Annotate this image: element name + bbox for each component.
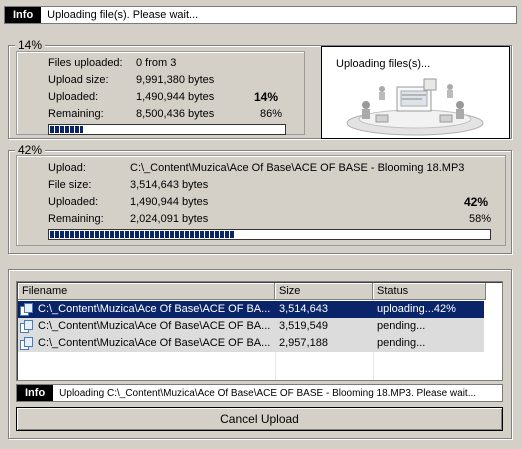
upload-size-label: Upload size:	[48, 74, 109, 86]
current-remaining-percent: 58%	[469, 213, 492, 225]
file-row-name-cell: C:\_Content\Muzica\Ace Of Base\ACE OF BA…	[18, 318, 275, 335]
current-upload-label: Upload:	[48, 162, 86, 174]
overall-remaining-value: 8,500,436 bytes	[136, 108, 215, 120]
current-uploaded-value: 1,490,944 bytes	[130, 196, 209, 208]
overall-uploaded-percent: 14%	[254, 90, 279, 104]
top-info-bar: Info Uploading file(s). Please wait...	[4, 6, 517, 24]
file-row-size: 3,519,549	[275, 318, 373, 335]
current-uploaded-percent: 42%	[464, 195, 489, 209]
overall-progress-fill	[50, 126, 83, 133]
current-file-group: 42% Upload: C:\_Content\Muzica\Ace Of Ba…	[8, 143, 512, 254]
files-uploaded-label: Files uploaded:	[48, 57, 123, 69]
file-row-name-cell: C:\_Content\Muzica\Ace Of Base\ACE OF BA…	[18, 301, 275, 318]
file-row-status: pending...	[373, 318, 484, 335]
info-tag: Info	[17, 385, 54, 401]
file-row-status: pending...	[373, 335, 484, 352]
overall-progress-bar	[48, 124, 286, 135]
info-text: Uploading file(s). Please wait...	[47, 9, 199, 21]
files-uploaded-value: 0 from 3	[136, 57, 177, 69]
current-stats-panel: Upload: C:\_Content\Muzica\Ace Of Base\A…	[16, 155, 506, 246]
upload-illustration-panel: Uploading files(s)...	[321, 46, 510, 139]
file-row-name-cell: C:\_Content\Muzica\Ace Of Base\ACE OF BA…	[18, 335, 275, 352]
overall-remaining-percent: 86%	[260, 108, 283, 120]
file-row-filename: C:\_Content\Muzica\Ace Of Base\ACE OF BA…	[38, 303, 271, 315]
upload-file-icon	[20, 337, 33, 350]
file-row-filename: C:\_Content\Muzica\Ace Of Base\ACE OF BA…	[38, 320, 271, 332]
current-progress-bar	[48, 229, 491, 240]
column-size[interactable]: Size	[275, 283, 373, 300]
file-row-size: 3,514,643	[275, 301, 373, 318]
current-progress-fill	[50, 231, 235, 238]
current-remaining-value: 2,024,091 bytes	[130, 213, 209, 225]
column-filename[interactable]: Filename	[18, 283, 275, 300]
file-size-label: File size:	[48, 179, 92, 191]
info-text: Uploading C:\_Content\Muzica\Ace Of Base…	[59, 387, 477, 399]
file-size-value: 3,514,643 bytes	[130, 179, 209, 191]
file-row-status: uploading...42%	[373, 301, 484, 318]
current-remaining-label: Remaining:	[48, 213, 104, 225]
current-upload-path: C:\_Content\Muzica\Ace Of Base\ACE OF BA…	[130, 162, 465, 174]
upload-size-value: 9,991,380 bytes	[136, 74, 215, 86]
file-list-header: Filename Size Status	[18, 283, 501, 300]
upload-illustration-caption: Uploading files(s)...	[336, 58, 431, 70]
cancel-upload-button[interactable]: Cancel Upload	[16, 407, 503, 431]
file-list[interactable]: Filename Size Status C:\_Content\Muzica\…	[16, 281, 503, 381]
upload-file-icon	[20, 320, 33, 333]
overall-remaining-label: Remaining:	[48, 108, 104, 120]
upload-file-icon	[20, 303, 33, 316]
current-uploaded-label: Uploaded:	[48, 196, 99, 208]
file-row[interactable]: C:\_Content\Muzica\Ace Of Base\ACE OF BA…	[18, 335, 484, 352]
overall-stats-panel: Files uploaded: 0 from 3 Upload size: 9,…	[16, 51, 305, 135]
column-status[interactable]: Status	[373, 283, 486, 300]
info-tag: Info	[5, 7, 42, 23]
overall-uploaded-value: 1,490,944 bytes	[136, 91, 215, 103]
file-row[interactable]: C:\_Content\Muzica\Ace Of Base\ACE OF BA…	[18, 301, 484, 318]
overall-percent-title: 14%	[15, 38, 46, 52]
file-row-size: 2,957,188	[275, 335, 373, 352]
file-row-filename: C:\_Content\Muzica\Ace Of Base\ACE OF BA…	[38, 337, 271, 349]
network-illustration-icon	[346, 78, 484, 136]
overall-uploaded-label: Uploaded:	[48, 91, 99, 103]
bottom-info-bar: Info Uploading C:\_Content\Muzica\Ace Of…	[16, 384, 503, 402]
file-row[interactable]: C:\_Content\Muzica\Ace Of Base\ACE OF BA…	[18, 318, 484, 335]
